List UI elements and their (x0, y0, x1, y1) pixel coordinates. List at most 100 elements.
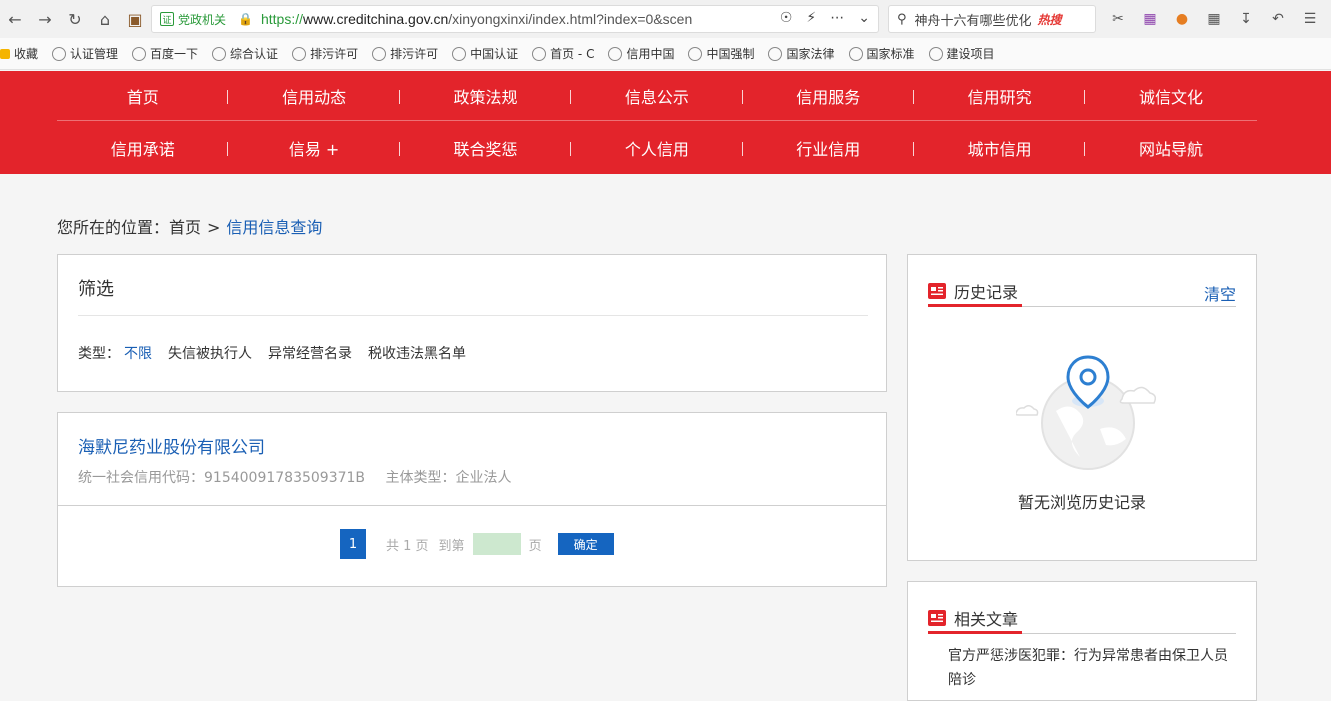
globe-icon (928, 46, 943, 61)
nav-item[interactable]: 诚信文化 (1085, 71, 1256, 121)
history-empty-text: 暂无浏览历史记录 (1017, 493, 1146, 512)
nav-item[interactable]: 信用动态 (228, 71, 401, 121)
bookmark-item[interactable]: 中国强制 (688, 45, 754, 62)
forward-icon[interactable]: → (30, 4, 60, 34)
page-number-button[interactable]: 1 (340, 529, 366, 559)
bookmark-item[interactable]: 信用中国 (608, 45, 674, 62)
goto-page-input[interactable] (472, 533, 521, 555)
related-title: 相关文章 (954, 609, 1019, 629)
type-filter: 类型： 不限 失信被执行人 异常经营名录 税收违法黑名单 (78, 343, 466, 363)
nav-item[interactable]: 信息公示 (571, 71, 743, 121)
bookmark-item[interactable]: 首页 - C (532, 45, 594, 62)
menu-icon[interactable]: ☰ (1298, 5, 1322, 33)
breadcrumb-prefix[interactable]: 您所在的位置：首页 (57, 218, 201, 237)
history-title: 历史记录 (954, 282, 1019, 302)
bookmarks-bar: 收藏 认证管理 百度一下 综合认证 排污许可 排污许可 中国认证 首页 - C 信用中国 中国强制… (0, 38, 1331, 70)
game-icon[interactable]: ● (1170, 5, 1194, 33)
browser-search-input[interactable]: ⚲ 神舟十六有哪些优化 热搜 (888, 5, 1096, 33)
globe-icon (52, 46, 67, 61)
globe-icon (132, 46, 147, 61)
nav-item[interactable]: 行业信用 (743, 123, 915, 173)
globe-icon (452, 46, 467, 61)
credit-code: 统一社会信用代码：91540091783509371B (78, 470, 366, 486)
globe-icon (608, 46, 623, 61)
nav-item[interactable]: 个人信用 (571, 123, 743, 173)
nav-item[interactable]: 信用承诺 (57, 123, 229, 173)
bookmark-item[interactable]: 建设项目 (928, 45, 995, 62)
type-option-abnormal[interactable]: 异常经营名录 (268, 343, 352, 363)
nav-row-1: 首页 信用动态 政策法规 信息公示 信用服务 信用研究 诚信文化 (57, 71, 1257, 121)
bookmark-item[interactable]: 认证管理 (52, 45, 118, 62)
related-article-link[interactable]: 官方严惩涉医犯罪：行为异常患者由保卫人员陪诊 (948, 644, 1228, 692)
empty-location-icon (1016, 355, 1156, 470)
browser-toolbar: ← → ↻ ⌂ ▣ 证 党政机关 🔒 https://www.creditchi… (0, 0, 1331, 38)
nav-row-2: 信用承诺 信易 + 联合奖惩 个人信用 行业信用 城市信用 网站导航 (57, 123, 1257, 173)
nav-item[interactable]: 城市信用 (914, 123, 1086, 173)
globe-icon (532, 46, 547, 61)
more-icon[interactable]: ⋯ (830, 10, 844, 26)
history-panel: 历史记录 清空 暂无浏览历史记录 (907, 254, 1257, 561)
entity-type: 主体类型：企业法人 (385, 470, 512, 486)
company-link[interactable]: 海默尼药业股份有限公司 (78, 433, 265, 458)
bookmark-item[interactable]: 百度一下 (132, 45, 198, 62)
divider (58, 505, 886, 506)
goto-label: 到第 (438, 538, 465, 554)
undo-icon[interactable]: ↶ (1266, 5, 1290, 33)
total-pages: 共 1 页 (386, 538, 429, 554)
nav-item[interactable]: 政策法规 (400, 71, 572, 121)
chevron-down-icon[interactable]: ⌄ (858, 10, 870, 26)
bookmark-item[interactable]: 排污许可 (372, 45, 438, 62)
result-panel: 海默尼药业股份有限公司 统一社会信用代码：91540091783509371B … (57, 412, 887, 587)
lightning-icon[interactable]: ⚡ (806, 10, 816, 26)
nav-item[interactable]: 信用研究 (914, 71, 1086, 121)
nav-item[interactable]: 网站导航 (1085, 123, 1256, 173)
nav-item[interactable]: 联合奖惩 (400, 123, 572, 173)
type-option-dishonest[interactable]: 失信被执行人 (168, 343, 252, 363)
star-icon (0, 48, 10, 59)
breadcrumb-current[interactable]: 信用信息查询 (226, 218, 322, 237)
hot-badge: 热搜 (1037, 12, 1062, 27)
compass-icon[interactable]: ☉ (780, 10, 793, 26)
scissors-icon[interactable]: ✂ (1106, 5, 1130, 33)
bookmark-item[interactable]: 综合认证 (212, 45, 278, 62)
bookmark-item[interactable]: 国家标准 (848, 45, 915, 62)
home-icon[interactable]: ⌂ (90, 4, 120, 34)
search-icon: ⚲ (897, 11, 907, 27)
globe-icon (848, 46, 863, 61)
address-bar[interactable]: 证 党政机关 🔒 https://www.creditchina.gov.cn/… (151, 5, 879, 33)
bookmark-favorites[interactable]: 收藏 (0, 45, 38, 62)
type-option-tax-blacklist[interactable]: 税收违法黑名单 (368, 343, 466, 363)
reload-icon[interactable]: ↻ (60, 4, 90, 34)
news-icon (928, 282, 946, 299)
history-header: 历史记录 清空 (928, 277, 1236, 307)
back-icon[interactable]: ← (0, 4, 30, 34)
related-header: 相关文章 (928, 604, 1236, 634)
bookmark-item[interactable]: 中国认证 (452, 45, 518, 62)
globe-icon (768, 46, 783, 61)
download-icon[interactable]: ↧ (1234, 5, 1258, 33)
nav-item[interactable]: 信用服务 (743, 71, 915, 121)
filter-panel: 筛选 类型： 不限 失信被执行人 异常经营名录 税收违法黑名单 (57, 254, 887, 392)
clear-history-link[interactable]: 清空 (1204, 281, 1236, 305)
related-panel: 相关文章 官方严惩涉医犯罪：行为异常患者由保卫人员陪诊 (907, 581, 1257, 701)
pagination: 1 共 1 页 到第 页 确定 (340, 529, 614, 559)
lock-icon: 🔒 (238, 12, 253, 26)
translate-icon[interactable]: ▦ (1138, 5, 1162, 33)
type-option-all[interactable]: 不限 (124, 343, 152, 363)
type-label: 类型： (78, 346, 120, 362)
gov-icon: 证 (160, 12, 174, 26)
breadcrumb: 您所在的位置：首页 > 信用信息查询 (57, 218, 323, 237)
divider (78, 315, 868, 316)
bookmark-item[interactable]: 排污许可 (292, 45, 358, 62)
briefcase-icon[interactable]: ▣ (120, 4, 150, 34)
news-icon (928, 609, 946, 626)
nav-item[interactable]: 信易 + (228, 123, 401, 173)
globe-icon (372, 46, 387, 61)
bookmark-item[interactable]: 国家法律 (768, 45, 835, 62)
url-text[interactable]: https://www.creditchina.gov.cn/xinyongxi… (261, 11, 741, 27)
filter-title: 筛选 (78, 279, 114, 300)
gov-badge: 证 党政机关 (160, 11, 226, 28)
apps-icon[interactable]: ▦ (1202, 5, 1226, 33)
confirm-button[interactable]: 确定 (557, 533, 614, 555)
nav-item[interactable]: 首页 (57, 71, 229, 121)
